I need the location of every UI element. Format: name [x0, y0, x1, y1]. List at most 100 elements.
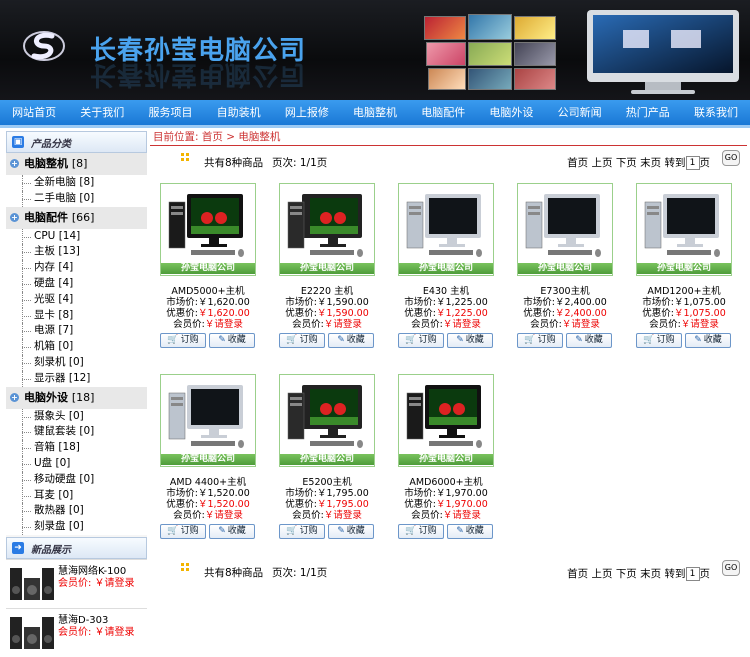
next-page-link[interactable]: 下页: [616, 157, 637, 169]
edit-icon: ✎: [575, 335, 583, 345]
member-login-link[interactable]: ￥请登录: [205, 510, 243, 521]
go-button[interactable]: GO: [722, 150, 740, 166]
member-login-link[interactable]: ￥请登录: [443, 510, 481, 521]
last-page-link[interactable]: 末页: [640, 157, 661, 169]
order-button[interactable]: 🛒 订购: [160, 333, 206, 348]
yellow-dots-icon: [181, 563, 189, 571]
subcategory-item[interactable]: 耳麦 [0]: [6, 487, 147, 504]
member-login-link[interactable]: ￥请登录: [205, 319, 243, 330]
prev-page-link[interactable]: 上页: [591, 568, 612, 580]
member-login-link[interactable]: ￥请登录: [681, 319, 719, 330]
subcategory-name: 全新电脑: [34, 176, 76, 188]
nav-news[interactable]: 公司新闻: [546, 100, 614, 125]
subcategory-item[interactable]: CPU [14]: [6, 228, 147, 245]
member-price-line: 会员价:￥请登录: [517, 316, 613, 330]
order-button[interactable]: 🛒 订购: [160, 524, 206, 539]
subcategory-count: [0]: [79, 191, 95, 204]
member-login-link[interactable]: ￥请登录: [443, 319, 481, 330]
cart-icon: 🛒: [286, 526, 298, 536]
category-panel-header: ▣ 产品分类: [6, 131, 147, 153]
nav-home[interactable]: 网站首页: [0, 100, 68, 125]
subcategory-item[interactable]: 移动硬盘 [0]: [6, 471, 147, 488]
member-price-label: 会员价:: [173, 510, 205, 521]
nav-computers[interactable]: 电脑整机: [341, 100, 409, 125]
cart-icon: 🛒: [167, 335, 179, 345]
product-card: 孙莹电脑公司 AMD 4400+主机 市场价:￥1,520.00 优惠价:￥1,520…: [160, 374, 256, 542]
first-page-link[interactable]: 首页: [567, 157, 588, 169]
favorite-button[interactable]: ✎ 收藏: [328, 524, 374, 539]
subcategory-item[interactable]: 内存 [4]: [6, 260, 147, 276]
subcategory-name: 主板: [34, 245, 55, 258]
subcategory-name: 内存: [34, 261, 55, 274]
page-suffix: 页: [699, 568, 711, 580]
arrow-right-icon: ➜: [12, 541, 24, 554]
subcategory-item[interactable]: U盘 [0]: [6, 455, 147, 472]
first-page-link[interactable]: 首页: [567, 568, 588, 580]
nav-custom-build[interactable]: 自助装机: [205, 100, 273, 125]
plus-icon[interactable]: +: [10, 212, 19, 222]
subcategory-item[interactable]: 光驱 [4]: [6, 291, 147, 308]
member-login-link[interactable]: ￥请登录: [324, 319, 362, 330]
page-input[interactable]: 1: [685, 567, 700, 581]
go-button[interactable]: GO: [722, 560, 740, 576]
favorite-button[interactable]: ✎ 收藏: [685, 333, 731, 348]
member-price-label: 会员价:: [292, 510, 324, 521]
subcategory-count: [12]: [68, 371, 91, 384]
prev-page-link[interactable]: 上页: [591, 157, 612, 169]
page-input[interactable]: 1: [685, 156, 700, 170]
nav-repair[interactable]: 网上报修: [273, 100, 341, 125]
favorite-button[interactable]: ✎ 收藏: [209, 333, 255, 348]
order-button[interactable]: 🛒 订购: [279, 524, 325, 539]
category-row[interactable]: + 电脑配件 [66]: [6, 206, 147, 229]
nav-parts[interactable]: 电脑配件: [409, 100, 477, 125]
product-actions: 🛒 订购 ✎ 收藏: [517, 333, 613, 348]
subcategory-item[interactable]: 电源 [7]: [6, 323, 147, 340]
nav-hot-products[interactable]: 热门产品: [614, 100, 682, 125]
subcategory-item[interactable]: 散热器 [0]: [6, 503, 147, 520]
category-row[interactable]: + 电脑整机 [8]: [6, 153, 147, 175]
favorite-button[interactable]: ✎ 收藏: [447, 524, 493, 539]
order-button[interactable]: 🛒 订购: [279, 333, 325, 348]
next-page-link[interactable]: 下页: [616, 568, 637, 580]
subcategory-item[interactable]: 音箱 [18]: [6, 440, 147, 456]
nav-peripherals[interactable]: 电脑外设: [477, 100, 545, 125]
order-button[interactable]: 🛒 订购: [636, 333, 682, 348]
speaker-thumbnail[interactable]: [8, 611, 56, 653]
subcategory-item[interactable]: 全新电脑 [8]: [6, 175, 147, 191]
category-name: 电脑配件: [24, 210, 68, 224]
subcategory-item[interactable]: 显卡 [8]: [6, 307, 147, 324]
subcategory-count: [0]: [68, 504, 84, 517]
member-login-link[interactable]: ￥请登录: [324, 510, 362, 521]
subcategory-item[interactable]: 二手电脑 [0]: [6, 190, 147, 207]
cart-icon: 🛒: [286, 335, 298, 345]
category-row[interactable]: + 电脑外设 [18]: [6, 386, 147, 409]
subcategory-item[interactable]: 摄象头 [0]: [6, 408, 147, 425]
favorite-button[interactable]: ✎ 收藏: [566, 333, 612, 348]
category-count: [66]: [71, 210, 95, 224]
last-page-link[interactable]: 末页: [640, 568, 661, 580]
subcategory-item[interactable]: 刻录盘 [0]: [6, 519, 147, 535]
order-button[interactable]: 🛒 订购: [398, 333, 444, 348]
nav-contact[interactable]: 联系我们: [682, 100, 750, 125]
favorite-button[interactable]: ✎ 收藏: [328, 333, 374, 348]
favorite-button[interactable]: ✎ 收藏: [209, 524, 255, 539]
nav-services[interactable]: 服务项目: [136, 100, 204, 125]
plus-icon[interactable]: +: [10, 159, 19, 168]
order-button[interactable]: 🛒 订购: [517, 333, 563, 348]
subcategory-item[interactable]: 硬盘 [4]: [6, 275, 147, 292]
order-button[interactable]: 🛒 订购: [398, 524, 444, 539]
subcategory-item[interactable]: 主板 [13]: [6, 244, 147, 261]
nav-about[interactable]: 关于我们: [68, 100, 136, 125]
subcategory-item[interactable]: 机箱 [0]: [6, 339, 147, 355]
new-product-item[interactable]: 慧海网络K-100 会员价: ￥请登录: [6, 558, 147, 608]
subcategory-item[interactable]: 刻录机 [0]: [6, 354, 147, 371]
plus-icon[interactable]: +: [10, 392, 19, 402]
favorite-button[interactable]: ✎ 收藏: [447, 333, 493, 348]
member-login-link[interactable]: ￥请登录: [562, 319, 600, 330]
member-price-label: 会员价:: [411, 510, 443, 521]
subcategory-count: [8]: [79, 176, 95, 188]
subcategory-item[interactable]: 键鼠套装 [0]: [6, 424, 147, 441]
product-watermark-band: 孙莹电脑公司: [280, 454, 374, 465]
subcategory-item[interactable]: 显示器 [12]: [6, 370, 147, 387]
speaker-thumbnail[interactable]: [8, 562, 56, 604]
